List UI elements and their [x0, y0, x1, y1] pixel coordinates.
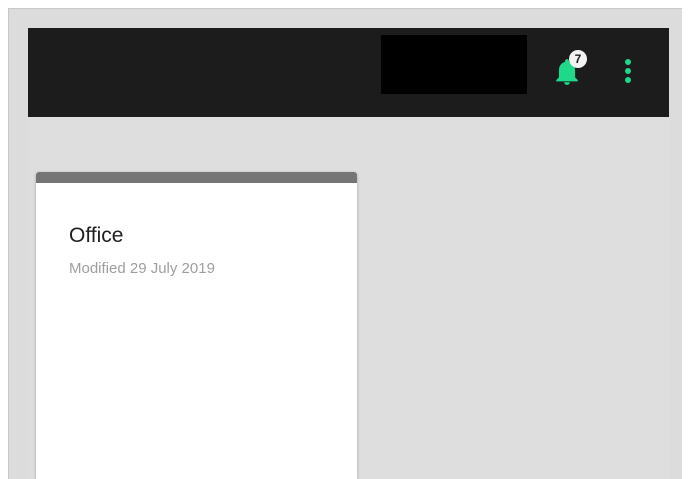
redacted-region [381, 35, 527, 94]
more-options-button[interactable] [618, 56, 638, 86]
card-title: Office [69, 224, 124, 247]
card-modified-date: Modified 29 July 2019 [69, 260, 215, 277]
card-header-strip [36, 172, 357, 183]
top-app-bar: 7 [28, 28, 669, 117]
more-vert-icon [625, 59, 631, 83]
notification-count-badge: 7 [569, 50, 587, 68]
notifications-button[interactable]: 7 [552, 50, 587, 90]
app-container: 7 Office Modified 29 July 2019 [28, 28, 669, 479]
document-card[interactable]: Office Modified 29 July 2019 [36, 172, 357, 479]
